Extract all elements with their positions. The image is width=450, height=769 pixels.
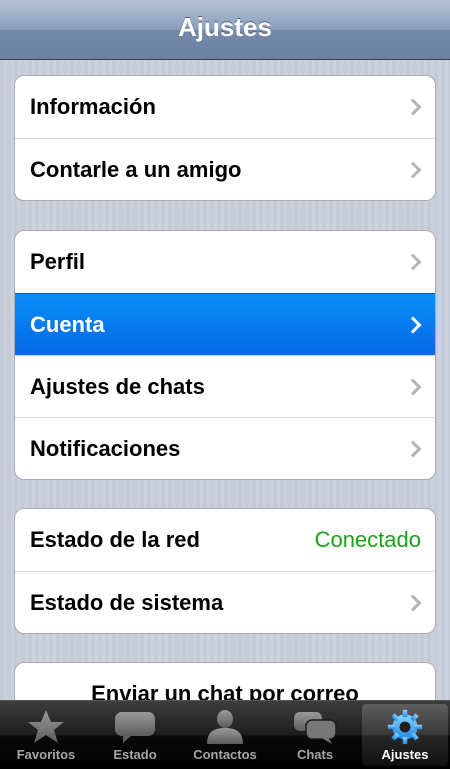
row-contarle-amigo[interactable]: Contarle a un amigo (15, 138, 435, 200)
tab-contactos[interactable]: Contactos (182, 704, 268, 766)
network-status-value: Conectado (314, 527, 421, 552)
tab-ajustes[interactable]: Ajustes (362, 704, 448, 766)
settings-group-status: Estado de la red Conectado Estado de sis… (14, 508, 436, 634)
chat-bubbles-icon (294, 712, 337, 744)
row-label: Estado de la red (30, 527, 200, 552)
row-label: Perfil (30, 249, 86, 274)
row-label: Contarle a un amigo (30, 156, 242, 182)
tab-estado[interactable]: Estado (92, 704, 178, 766)
row-cuenta[interactable]: Cuenta (15, 293, 435, 355)
navigation-bar: Ajustes (0, 0, 450, 60)
row-ajustes-chats[interactable]: Ajustes de chats (15, 355, 435, 417)
chevron-right-icon (404, 316, 422, 333)
chevron-right-icon (404, 378, 422, 395)
row-perfil[interactable]: Perfil (15, 231, 435, 293)
row-label: Cuenta (30, 311, 105, 337)
row-notificaciones[interactable]: Notificaciones (15, 417, 435, 479)
row-estado-red[interactable]: Estado de la red Conectado (15, 509, 435, 571)
star-icon (28, 710, 64, 743)
tab-chats[interactable]: Chats (272, 704, 358, 766)
page-title: Ajustes (178, 12, 272, 42)
tab-bar: Favoritos Estado Contactos Chats Ajustes (0, 700, 450, 769)
tab-label: Favoritos (16, 747, 76, 762)
chevron-right-icon (404, 161, 422, 178)
tab-favoritos[interactable]: Favoritos (3, 704, 89, 766)
tab-label: Ajustes (381, 747, 429, 762)
chevron-right-icon (404, 594, 422, 611)
speech-bubble-icon (115, 712, 155, 743)
tab-label: Chats (296, 747, 334, 762)
tab-label: Contactos (193, 747, 257, 762)
chevron-right-icon (404, 98, 422, 116)
row-label: Información (30, 94, 156, 119)
person-icon (207, 710, 243, 744)
row-label: Notificaciones (30, 435, 181, 461)
row-label: Ajustes de chats (30, 373, 205, 399)
row-label: Estado de sistema (30, 589, 224, 615)
row-estado-sistema[interactable]: Estado de sistema (15, 571, 435, 633)
settings-group-info: Información Contarle a un amigo (14, 75, 436, 201)
tab-label: Estado (113, 747, 157, 762)
chevron-right-icon (404, 253, 422, 271)
row-informacion[interactable]: Información (15, 76, 435, 138)
gear-icon (387, 709, 423, 745)
chevron-right-icon (404, 440, 422, 457)
settings-group-account: Perfil Cuenta Ajustes de chats Notificac… (14, 230, 436, 480)
